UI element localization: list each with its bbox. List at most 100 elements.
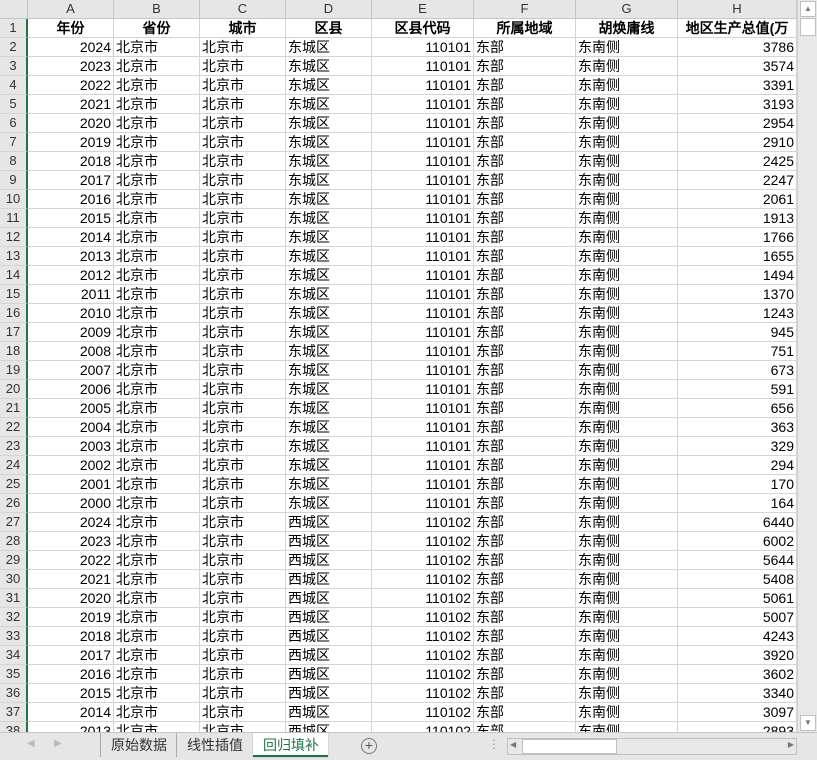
cell[interactable]: 东城区 [286, 285, 372, 304]
cell[interactable]: 东部 [474, 570, 576, 589]
cell[interactable]: 北京市 [114, 627, 200, 646]
cell[interactable]: 东部 [474, 361, 576, 380]
cell[interactable]: 北京市 [200, 285, 286, 304]
cell[interactable]: 294 [678, 456, 797, 475]
cell[interactable]: 3193 [678, 95, 797, 114]
row-header[interactable]: 15 [0, 285, 28, 304]
cell[interactable]: 东城区 [286, 171, 372, 190]
cell[interactable]: 东部 [474, 190, 576, 209]
cell[interactable]: 北京市 [200, 684, 286, 703]
cell[interactable]: 东南侧 [576, 589, 678, 608]
tab-raw-data[interactable]: 原始数据 [100, 733, 177, 757]
cell[interactable]: 东城区 [286, 114, 372, 133]
cell[interactable]: 北京市 [114, 608, 200, 627]
cell[interactable]: 东南侧 [576, 95, 678, 114]
cell[interactable]: 北京市 [200, 532, 286, 551]
header-cell[interactable]: 胡焕庸线 [576, 19, 678, 38]
cell[interactable]: 110102 [372, 608, 474, 627]
cell[interactable]: 5061 [678, 589, 797, 608]
cell[interactable]: 北京市 [200, 437, 286, 456]
cell[interactable]: 2021 [28, 570, 114, 589]
cell[interactable]: 东部 [474, 418, 576, 437]
cell[interactable]: 北京市 [200, 513, 286, 532]
cell[interactable]: 北京市 [200, 627, 286, 646]
header-cell[interactable]: 区县 [286, 19, 372, 38]
cell[interactable]: 北京市 [114, 703, 200, 722]
header-cell[interactable]: 省份 [114, 19, 200, 38]
cell[interactable]: 170 [678, 475, 797, 494]
cell[interactable]: 2024 [28, 38, 114, 57]
cell[interactable]: 东南侧 [576, 570, 678, 589]
row-header[interactable]: 14 [0, 266, 28, 285]
cell[interactable]: 东部 [474, 114, 576, 133]
row-header[interactable]: 31 [0, 589, 28, 608]
row-header[interactable]: 38 [0, 722, 28, 732]
cell[interactable]: 110101 [372, 95, 474, 114]
header-cell[interactable]: 所属地域 [474, 19, 576, 38]
cell[interactable]: 2010 [28, 304, 114, 323]
cell[interactable]: 东南侧 [576, 361, 678, 380]
row-header[interactable]: 27 [0, 513, 28, 532]
cell[interactable]: 110101 [372, 133, 474, 152]
row-header[interactable]: 22 [0, 418, 28, 437]
cell[interactable]: 110101 [372, 456, 474, 475]
cell[interactable]: 北京市 [200, 380, 286, 399]
cell[interactable]: 北京市 [114, 171, 200, 190]
row-header[interactable]: 6 [0, 114, 28, 133]
cell[interactable]: 北京市 [200, 399, 286, 418]
cell[interactable]: 北京市 [114, 513, 200, 532]
tab-regression-fill[interactable]: 回归填补 [253, 733, 328, 757]
cell[interactable]: 北京市 [114, 456, 200, 475]
cell[interactable]: 北京市 [114, 247, 200, 266]
cell[interactable]: 北京市 [200, 171, 286, 190]
cell[interactable]: 北京市 [200, 152, 286, 171]
cell[interactable]: 东南侧 [576, 133, 678, 152]
cell[interactable]: 北京市 [114, 532, 200, 551]
cell[interactable]: 北京市 [114, 152, 200, 171]
cell[interactable]: 北京市 [114, 38, 200, 57]
cell[interactable]: 东城区 [286, 95, 372, 114]
cell[interactable]: 东城区 [286, 133, 372, 152]
cell[interactable]: 东南侧 [576, 684, 678, 703]
column-header-D[interactable]: D [286, 0, 372, 19]
row-header[interactable]: 3 [0, 57, 28, 76]
cell[interactable]: 110101 [372, 38, 474, 57]
cell[interactable]: 110102 [372, 551, 474, 570]
cell[interactable]: 东部 [474, 209, 576, 228]
cell[interactable]: 110101 [372, 171, 474, 190]
cell[interactable]: 西城区 [286, 608, 372, 627]
cell[interactable]: 北京市 [200, 570, 286, 589]
cell[interactable]: 东部 [474, 608, 576, 627]
cell[interactable]: 2061 [678, 190, 797, 209]
cell[interactable]: 110101 [372, 304, 474, 323]
cell[interactable]: 北京市 [114, 285, 200, 304]
cell[interactable]: 110101 [372, 285, 474, 304]
column-header-A[interactable]: A [28, 0, 114, 19]
cell[interactable]: 北京市 [114, 266, 200, 285]
cell[interactable]: 东部 [474, 475, 576, 494]
cell[interactable]: 东城区 [286, 437, 372, 456]
cell[interactable]: 东部 [474, 627, 576, 646]
cell[interactable]: 西城区 [286, 551, 372, 570]
cell[interactable]: 1243 [678, 304, 797, 323]
cell[interactable]: 西城区 [286, 513, 372, 532]
cell[interactable]: 东南侧 [576, 513, 678, 532]
cell[interactable]: 北京市 [200, 323, 286, 342]
cell[interactable]: 东城区 [286, 323, 372, 342]
cell[interactable]: 北京市 [200, 608, 286, 627]
cell[interactable]: 363 [678, 418, 797, 437]
cell[interactable]: 东南侧 [576, 323, 678, 342]
cell[interactable]: 110102 [372, 665, 474, 684]
row-header[interactable]: 20 [0, 380, 28, 399]
horizontal-scroll-thumb[interactable] [522, 739, 617, 754]
cell[interactable]: 西城区 [286, 570, 372, 589]
cell[interactable]: 北京市 [200, 589, 286, 608]
cell[interactable]: 东部 [474, 703, 576, 722]
cell[interactable]: 北京市 [200, 475, 286, 494]
horizontal-scrollbar[interactable]: ◀ ▶ [507, 738, 797, 755]
cell[interactable]: 北京市 [114, 494, 200, 513]
cell[interactable]: 3391 [678, 76, 797, 95]
cell[interactable]: 5408 [678, 570, 797, 589]
cell[interactable]: 4243 [678, 627, 797, 646]
cell[interactable]: 北京市 [200, 361, 286, 380]
